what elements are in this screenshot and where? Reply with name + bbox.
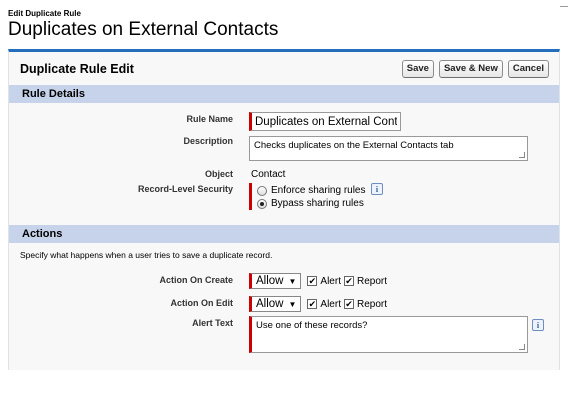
action-on-create-value: Allow	[256, 275, 284, 287]
chevron-down-icon: ▼	[288, 276, 297, 286]
action-on-edit-select[interactable]: Allow ▼	[249, 296, 302, 312]
action-on-edit-controls: Allow ▼ ✔ Alert ✔ Report	[249, 296, 387, 312]
object-label: Object	[204, 169, 233, 179]
rule-name-label: Rule Name	[186, 114, 233, 124]
radio-bypass-sharing[interactable]: Bypass sharing rules	[257, 197, 366, 210]
edit-panel: Duplicate Rule Edit Save Save & New Canc…	[8, 49, 560, 370]
alert-text-info-icon[interactable]: i	[532, 319, 544, 331]
save-and-new-button[interactable]: Save & New	[438, 59, 503, 78]
action-on-create-label: Action On Create	[159, 275, 233, 285]
security-label: Record-Level Security	[137, 184, 233, 194]
resize-grip-icon[interactable]	[519, 344, 525, 350]
corner-mark	[560, 6, 568, 7]
edit-report-checkbox[interactable]: ✔	[343, 299, 354, 309]
panel-title: Duplicate Rule Edit	[20, 61, 134, 76]
alert-text-textarea[interactable]: Use one of these records?	[249, 316, 528, 353]
page-kicker: Edit Duplicate Rule	[8, 9, 81, 18]
radio-bypass-label: Bypass sharing rules	[271, 198, 364, 209]
security-radio-group: Enforce sharing rules Bypass sharing rul…	[249, 183, 366, 210]
description-label: Description	[183, 136, 233, 146]
radio-enforce-label: Enforce sharing rules	[271, 185, 366, 196]
rule-details-body: Rule Name Description Checks duplicates …	[9, 103, 559, 225]
description-textarea[interactable]: Checks duplicates on the External Contac…	[249, 136, 528, 161]
button-bar: Save Save & New Cancel	[401, 59, 549, 78]
panel-header: Duplicate Rule Edit Save Save & New Canc…	[9, 52, 559, 85]
radio-enforce-sharing[interactable]: Enforce sharing rules	[257, 184, 366, 197]
resize-grip-icon[interactable]	[519, 152, 525, 158]
radio-enforce-icon[interactable]	[257, 185, 267, 196]
save-button[interactable]: Save	[401, 59, 434, 78]
edit-alert-checkbox[interactable]: ✔	[307, 299, 318, 309]
radio-bypass-icon[interactable]	[257, 198, 267, 209]
rule-details-section-header[interactable]: Rule Details	[9, 85, 559, 103]
page-title: Duplicates on External Contacts	[8, 19, 279, 40]
action-on-edit-label: Action On Edit	[170, 298, 234, 308]
action-on-create-controls: Allow ▼ ✔ Alert ✔ Report	[249, 273, 387, 289]
actions-section-header[interactable]: Actions	[9, 225, 559, 243]
edit-report-label: Report	[356, 298, 387, 310]
page-header: Edit Duplicate Rule Duplicates on Extern…	[8, 9, 278, 41]
alert-text-label: Alert Text	[192, 318, 233, 328]
cancel-button[interactable]: Cancel	[507, 59, 549, 78]
action-on-edit-value: Allow	[256, 298, 284, 310]
object-value: Contact	[251, 169, 286, 180]
actions-body: Specify what happens when a user tries t…	[9, 243, 559, 393]
create-alert-label: Alert	[320, 275, 341, 287]
action-on-create-select[interactable]: Allow ▼	[249, 273, 302, 289]
alert-text-value: Use one of these records?	[256, 320, 368, 331]
description-row: Description Checks duplicates on the Ext…	[9, 134, 559, 161]
create-report-label: Report	[356, 275, 387, 287]
description-text: Checks duplicates on the External Contac…	[254, 140, 454, 151]
security-info-icon[interactable]: i	[371, 183, 383, 195]
actions-hint: Specify what happens when a user tries t…	[20, 250, 273, 260]
edit-alert-label: Alert	[320, 298, 341, 310]
rule-name-input[interactable]	[249, 112, 401, 131]
create-alert-checkbox[interactable]: ✔	[307, 276, 318, 286]
create-report-checkbox[interactable]: ✔	[343, 276, 354, 286]
alert-text-row: Alert Text Use one of these records? i	[9, 316, 559, 353]
chevron-down-icon: ▼	[288, 299, 297, 309]
